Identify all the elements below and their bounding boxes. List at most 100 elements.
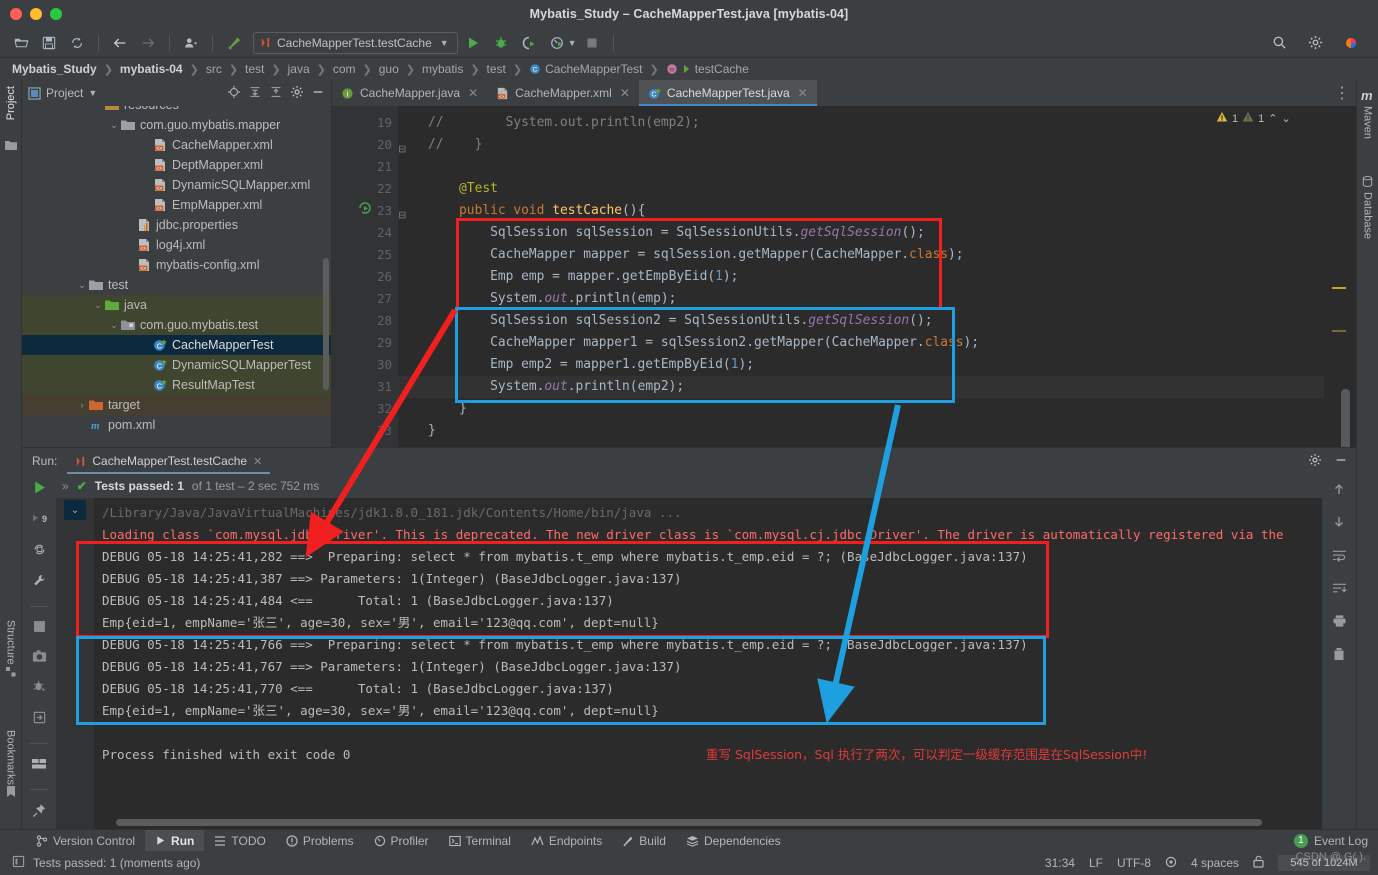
code-line[interactable]: public void testCache(){ xyxy=(398,200,1324,222)
scroll-up-icon[interactable] xyxy=(1332,482,1346,501)
bottom-tab-endpoints[interactable]: Endpoints xyxy=(521,830,612,852)
breadcrumb-item-src[interactable]: src xyxy=(204,62,224,76)
gutter-line[interactable]: 29 xyxy=(332,332,398,354)
expand-all-icon[interactable] xyxy=(248,85,262,102)
console-horizontal-scrollbar[interactable] xyxy=(116,819,1262,826)
memory-indicator[interactable]: 545 of 1024M xyxy=(1278,855,1370,871)
tool-window-button-database[interactable]: Database xyxy=(1362,192,1374,239)
close-icon[interactable]: ✕ xyxy=(798,86,808,100)
bottom-tab-build[interactable]: Build xyxy=(612,830,676,852)
code-line[interactable]: Emp emp2 = mapper1.getEmpByEid(1); xyxy=(398,354,1324,376)
editor-tab-cachemapper-xml[interactable]: <> CacheMapper.xml ✕ xyxy=(487,80,639,106)
lock-icon[interactable] xyxy=(1253,855,1264,871)
tree-item[interactable]: <> DynamicSQLMapper.xml xyxy=(22,175,331,195)
editor-tab-cachemappertest-java[interactable]: C CacheMapperTest.java ✕ xyxy=(638,80,817,106)
breadcrumb-item-java[interactable]: java xyxy=(286,62,312,76)
user-icon[interactable] xyxy=(178,31,204,55)
tree-item[interactable]: ⌄ test xyxy=(22,275,331,295)
bottom-tab-profiler[interactable]: Profiler xyxy=(364,830,439,852)
tree-item[interactable]: ⌄ java xyxy=(22,295,331,315)
tree-item[interactable]: ⌄ com.guo.mybatis.mapper xyxy=(22,115,331,135)
tool-window-button-maven[interactable]: Maven xyxy=(1362,106,1374,139)
gutter-line[interactable]: 24 xyxy=(332,222,398,244)
code-line[interactable]: System.out.println(emp); xyxy=(398,288,1324,310)
settings-gear-icon[interactable] xyxy=(290,85,304,102)
code-line[interactable]: // } xyxy=(398,134,1324,156)
back-arrow-icon[interactable] xyxy=(107,31,133,55)
gutter-line[interactable]: 20 ⊟ xyxy=(332,134,406,156)
locate-file-icon[interactable] xyxy=(227,85,241,102)
file-encoding[interactable]: UTF-8 xyxy=(1117,856,1151,870)
code-line[interactable]: @Test xyxy=(398,178,1324,200)
read-only-toggle-icon[interactable] xyxy=(1165,856,1177,871)
tree-expand-arrow-icon[interactable]: ⌄ xyxy=(92,300,104,311)
profile-dropdown-icon[interactable]: ▼ xyxy=(568,38,577,48)
tree-item[interactable]: C DynamicSQLMapperTest xyxy=(22,355,331,375)
breadcrumb-item-module[interactable]: mybatis-04 xyxy=(118,62,185,76)
rerun-failed-tests-button[interactable]: 9 xyxy=(31,511,47,531)
previous-problem-icon[interactable]: ⌃ xyxy=(1268,112,1277,125)
stop-button[interactable] xyxy=(33,620,46,638)
tree-item[interactable]: <> mybatis-config.xml xyxy=(22,255,331,275)
settings-gear-icon[interactable] xyxy=(1308,453,1322,470)
gutter-line[interactable]: 27 xyxy=(332,288,398,310)
gutter-line[interactable]: 31 xyxy=(332,376,398,398)
bottom-tab-version-control[interactable]: Version Control xyxy=(26,830,145,852)
tree-item[interactable]: C ResultMapTest xyxy=(22,375,331,395)
code-line[interactable]: System.out.println(emp2); xyxy=(398,376,1324,398)
print-icon[interactable] xyxy=(1332,614,1347,633)
save-output-icon[interactable] xyxy=(1332,581,1347,600)
debug-icon[interactable] xyxy=(32,679,47,699)
tree-expand-arrow-icon[interactable]: ⌄ xyxy=(76,280,88,291)
trash-icon[interactable] xyxy=(1332,647,1346,666)
build-hammer-icon[interactable] xyxy=(221,31,247,55)
tree-item[interactable]: <> CacheMapper.xml xyxy=(22,135,331,155)
gutter-line[interactable]: 23 ⊟ xyxy=(332,200,406,222)
settings-icon[interactable] xyxy=(1302,31,1328,55)
event-log-group[interactable]: 1 Event Log xyxy=(1293,833,1378,848)
hide-panel-icon[interactable] xyxy=(1334,453,1348,470)
settings-wrench-icon[interactable] xyxy=(32,573,47,593)
rerun-button[interactable] xyxy=(32,480,47,500)
breadcrumb-item-test2[interactable]: test xyxy=(485,62,508,76)
gutter-line[interactable]: 25 xyxy=(332,244,398,266)
code-line[interactable]: } xyxy=(398,398,1324,420)
console-area[interactable]: ⌄ /Library/Java/JavaVirtualMachines/jdk1… xyxy=(56,498,1322,829)
export-icon[interactable] xyxy=(32,710,47,730)
tree-item[interactable]: m pom.xml xyxy=(22,415,331,435)
run-with-coverage-button[interactable] xyxy=(516,31,542,55)
ide-logo-icon[interactable] xyxy=(1338,31,1364,55)
breadcrumb-item-method[interactable]: m testCache xyxy=(664,62,751,76)
code-line[interactable]: // System.out.println(emp2); xyxy=(398,112,1324,134)
save-icon[interactable] xyxy=(36,31,62,55)
gutter-line[interactable]: 26 xyxy=(332,266,398,288)
stop-button[interactable] xyxy=(579,31,605,55)
layout-settings-icon[interactable] xyxy=(31,757,47,776)
run-configuration-selector[interactable]: CacheMapperTest.testCache ▼ xyxy=(253,31,458,54)
tool-window-button-project[interactable]: Project xyxy=(5,86,17,120)
project-panel-title-group[interactable]: Project ▼ xyxy=(28,86,97,100)
breadcrumb-item-mybatis[interactable]: mybatis xyxy=(420,62,465,76)
close-icon[interactable]: ✕ xyxy=(620,86,630,100)
tree-expand-arrow-icon[interactable]: ⌄ xyxy=(108,120,120,131)
code-line[interactable] xyxy=(398,156,1324,178)
search-icon[interactable] xyxy=(1266,31,1292,55)
caret-position[interactable]: 31:34 xyxy=(1045,856,1075,870)
gutter-line[interactable]: 30 xyxy=(332,354,398,376)
forward-arrow-icon[interactable] xyxy=(135,31,161,55)
code-line[interactable]: CacheMapper mapper = sqlSession.getMappe… xyxy=(398,244,1324,266)
run-test-icon[interactable] xyxy=(358,200,372,222)
project-vertical-scrollbar[interactable] xyxy=(323,258,329,390)
hide-panel-icon[interactable] xyxy=(311,85,325,102)
code-line[interactable]: SqlSession sqlSession = SqlSessionUtils.… xyxy=(398,222,1324,244)
bottom-tab-terminal[interactable]: Terminal xyxy=(439,830,521,852)
line-separator[interactable]: LF xyxy=(1089,856,1103,870)
chevron-down-icon[interactable]: ▼ xyxy=(88,88,97,98)
indent-setting[interactable]: 4 spaces xyxy=(1191,856,1239,870)
gutter-line[interactable]: 33 xyxy=(332,420,398,442)
breadcrumb-item-project[interactable]: Mybatis_Study xyxy=(10,62,99,76)
close-icon[interactable]: ✕ xyxy=(253,455,262,468)
tool-window-button-bookmarks[interactable]: Bookmarks xyxy=(5,730,17,785)
breadcrumb-item-com[interactable]: com xyxy=(331,62,358,76)
bottom-tab-dependencies[interactable]: Dependencies xyxy=(676,830,791,852)
